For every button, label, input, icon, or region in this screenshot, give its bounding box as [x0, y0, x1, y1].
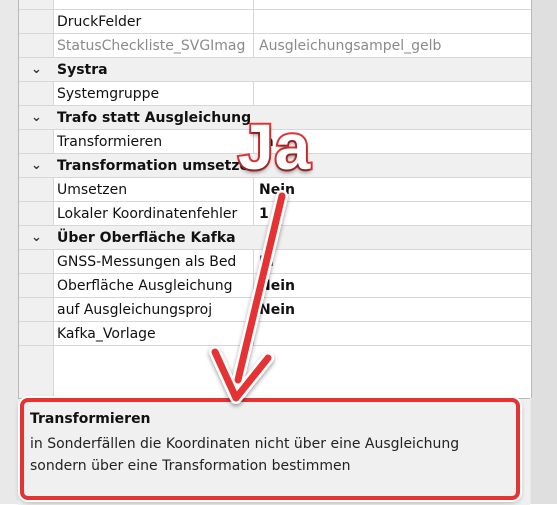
property-name: DruckFelder [57, 14, 142, 30]
property-name: StatusCheckliste_SVGImag [57, 38, 246, 54]
chevron-down-icon[interactable]: ⌄ [31, 58, 45, 82]
chevron-down-icon[interactable]: ⌄ [31, 154, 45, 178]
property-value[interactable]: Ja [259, 250, 527, 274]
category-label: Systra [57, 62, 108, 78]
property-value[interactable] [259, 10, 527, 34]
property-value[interactable] [259, 82, 527, 106]
property-value[interactable]: Ausgleichungsampel_gelb [259, 34, 527, 58]
property-grid: DruckFelder StatusCheckliste_SVGImag Aus… [18, 0, 532, 398]
property-row-systemgruppe[interactable]: Systemgruppe [19, 82, 531, 106]
property-row-kafka-vorlage[interactable]: Kafka_Vorlage [19, 322, 531, 346]
property-value[interactable] [259, 322, 527, 346]
property-value[interactable]: Nein [259, 274, 527, 298]
property-name: Transformieren [57, 134, 163, 150]
property-name: Lokaler Koordinatenfehler [57, 206, 238, 222]
chevron-down-icon[interactable]: ⌄ [31, 106, 45, 130]
highlight-frame [20, 398, 520, 500]
property-row-oberflaeche-ausgleichung[interactable]: Oberfläche Ausgleichung Nein [19, 274, 531, 298]
property-row-partial [19, 0, 531, 10]
property-row-auf-ausgleichungsprojekt[interactable]: auf Ausgleichungsproj Nein [19, 298, 531, 322]
property-name: Systemgruppe [57, 86, 160, 102]
property-name: GNSS-Messungen als Bed [57, 254, 237, 270]
property-row-statuschecklist[interactable]: StatusCheckliste_SVGImag Ausgleichungsam… [19, 34, 531, 58]
property-name: Oberfläche Ausgleichung [57, 278, 233, 294]
property-value[interactable]: Nein [259, 298, 527, 322]
right-scroll-strip [531, 0, 557, 504]
annotation-label: Ja [236, 109, 312, 185]
property-name: Umsetzen [57, 182, 128, 198]
category-systra[interactable]: ⌄ Systra [19, 58, 531, 82]
property-name: Kafka_Vorlage [57, 326, 156, 342]
property-name: auf Ausgleichungsproj [57, 302, 213, 318]
property-row-druckfelder[interactable]: DruckFelder [19, 10, 531, 34]
chevron-down-icon[interactable]: ⌄ [31, 226, 45, 250]
property-row-lokaler-koordinatenfehler[interactable]: Lokaler Koordinatenfehler 1 [19, 202, 531, 226]
property-value[interactable]: 1 [259, 202, 527, 226]
property-row-gnss-messungen[interactable]: GNSS-Messungen als Bed Ja [19, 250, 531, 274]
category-label: Über Oberfläche Kafka [57, 230, 236, 246]
category-ueber-oberflaeche-kafka[interactable]: ⌄ Über Oberfläche Kafka [19, 226, 531, 250]
